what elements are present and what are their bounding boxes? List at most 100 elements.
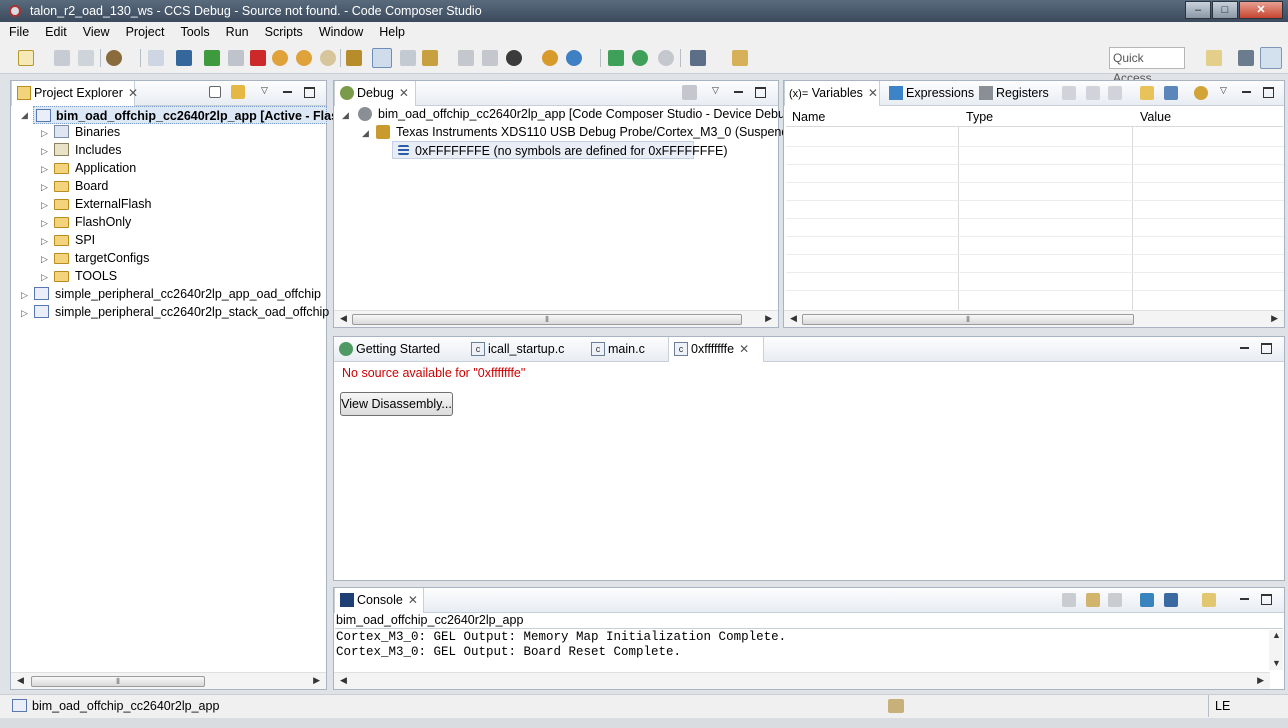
collapsed-arrow-icon[interactable]: ▷ [41,196,48,214]
step-alt-icon[interactable] [632,50,648,66]
step-into-icon[interactable] [272,50,288,66]
step-return-icon[interactable] [320,50,336,66]
maximize-view-icon[interactable] [304,87,315,98]
save-icon[interactable] [54,50,70,66]
collapsed-arrow-icon[interactable]: ▷ [41,268,48,286]
maximize-view-icon[interactable] [755,87,766,98]
menu-scripts[interactable]: Scripts [265,25,303,39]
scroll-lock-icon[interactable] [1086,593,1100,607]
remove-launches-icon[interactable] [682,85,697,100]
menu-edit[interactable]: Edit [45,25,67,39]
perspective-ccs-debug-icon[interactable] [1260,47,1282,69]
view-menu-icon[interactable]: ▽ [261,85,271,95]
horizontal-scrollbar[interactable]: ◀ ⦀ ▶ [784,310,1284,327]
scroll-left-icon[interactable]: ◀ [340,313,347,324]
suspend-icon[interactable] [228,50,244,66]
perspective-ccs-edit-icon[interactable] [1238,50,1254,66]
debug-config-icon[interactable] [148,50,164,66]
minimize-view-icon[interactable] [1241,87,1252,98]
new-icon[interactable] [18,50,34,66]
scroll-thumb[interactable]: ⦀ [352,314,742,325]
collapsed-arrow-icon[interactable]: ▷ [41,142,48,160]
minimize-button[interactable]: – [1185,1,1211,19]
scroll-left-icon[interactable]: ◀ [340,675,347,686]
display-console-icon[interactable] [1164,593,1178,607]
toolbar-icon[interactable] [1108,86,1122,100]
toolbar-icon[interactable] [1086,86,1100,100]
run-config-icon[interactable] [566,50,582,66]
stack-frame-row[interactable]: 0xFFFFFFFE (no symbols are defined for 0… [392,141,728,159]
expanded-arrow-icon[interactable]: ◢ [342,106,349,124]
refresh-icon[interactable] [1194,86,1208,100]
column-header-name[interactable]: Name [792,110,825,124]
column-header-type[interactable]: Type [966,110,993,124]
tools-icon[interactable] [732,50,748,66]
clear-console-icon[interactable] [1062,593,1076,607]
instruction-stepping-icon[interactable] [372,48,392,68]
skip-breakpoints-icon[interactable] [658,50,674,66]
scroll-up-icon[interactable]: ▲ [1272,630,1281,640]
close-tab-icon[interactable]: ✕ [868,81,878,105]
scroll-thumb[interactable]: ⦀ [31,676,205,687]
collapsed-arrow-icon[interactable]: ▷ [41,124,48,142]
collapsed-arrow-icon[interactable]: ▷ [21,304,28,322]
tab-main-c[interactable]: c main.c [586,337,645,362]
menu-help[interactable]: Help [379,25,405,39]
scroll-right-icon[interactable]: ▶ [1271,313,1278,324]
minimize-view-icon[interactable] [733,87,744,98]
view-menu-icon[interactable]: ▽ [712,85,722,95]
collapsed-arrow-icon[interactable]: ▷ [41,232,48,250]
horizontal-scrollbar[interactable]: ◀ ⦀ ▶ [11,672,326,689]
build-hammer-icon[interactable] [106,50,122,66]
expanded-arrow-icon[interactable]: ◢ [362,124,369,142]
tab-registers[interactable]: Registers [974,81,1049,106]
minimize-view-icon[interactable] [282,87,293,98]
tab-icall-startup[interactable]: c icall_startup.c [466,337,564,362]
pin-icon[interactable] [1164,86,1178,100]
tab-expressions[interactable]: Expressions [884,81,974,106]
step-over-icon[interactable] [296,50,312,66]
toolbar-icon[interactable] [1062,86,1076,100]
menu-window[interactable]: Window [319,25,363,39]
new-window-icon[interactable] [1140,86,1154,100]
collapsed-arrow-icon[interactable]: ▷ [41,250,48,268]
link-editor-icon[interactable] [231,85,245,99]
menu-file[interactable]: File [9,25,29,39]
minimize-view-icon[interactable] [1239,594,1250,605]
restart-alt-icon[interactable] [482,50,498,66]
settings-gear-icon[interactable] [690,50,706,66]
close-tab-icon[interactable]: ✕ [399,81,409,105]
close-tab-icon[interactable]: ✕ [128,81,138,105]
target-icon[interactable] [176,50,192,66]
scroll-down-icon[interactable]: ▼ [1272,658,1281,668]
close-tab-icon[interactable]: ✕ [408,588,418,612]
collapse-all-icon[interactable] [209,86,221,98]
scroll-left-icon[interactable]: ◀ [17,675,24,686]
collapsed-arrow-icon[interactable]: ▷ [41,160,48,178]
maximize-button[interactable]: □ [1212,1,1238,19]
pin-console-icon[interactable] [1140,593,1154,607]
scroll-right-icon[interactable]: ▶ [1257,675,1264,686]
terminate-icon[interactable] [250,50,266,66]
close-button[interactable]: ✕ [1239,1,1283,19]
maximize-view-icon[interactable] [1261,343,1272,354]
vertical-scrollbar[interactable]: ▲ ▼ [1269,630,1283,670]
tree-item-active-project[interactable]: bim_oad_offchip_cc2640r2lp_app [Active -… [33,106,355,124]
maximize-view-icon[interactable] [1261,594,1272,605]
minimize-view-icon[interactable] [1239,343,1250,354]
column-header-value[interactable]: Value [1140,110,1171,124]
scroll-left-icon[interactable]: ◀ [790,313,797,324]
tab-variables[interactable]: (x)= Variables ✕ [784,81,880,106]
save-all-icon[interactable] [78,50,94,66]
step-icon[interactable] [608,50,624,66]
view-menu-icon[interactable]: ▽ [1220,85,1230,95]
status-clipboard-icon[interactable] [888,699,904,713]
tab-debug[interactable]: Debug ✕ [334,81,416,106]
tab-address[interactable]: c 0xfffffffe ✕ [668,337,764,362]
scroll-right-icon[interactable]: ▶ [765,313,772,324]
memory-grid-icon[interactable] [346,50,362,66]
menu-view[interactable]: View [83,25,110,39]
collapsed-arrow-icon[interactable]: ▷ [21,286,28,304]
restart-icon[interactable] [458,50,474,66]
open-console-icon[interactable] [1202,593,1216,607]
